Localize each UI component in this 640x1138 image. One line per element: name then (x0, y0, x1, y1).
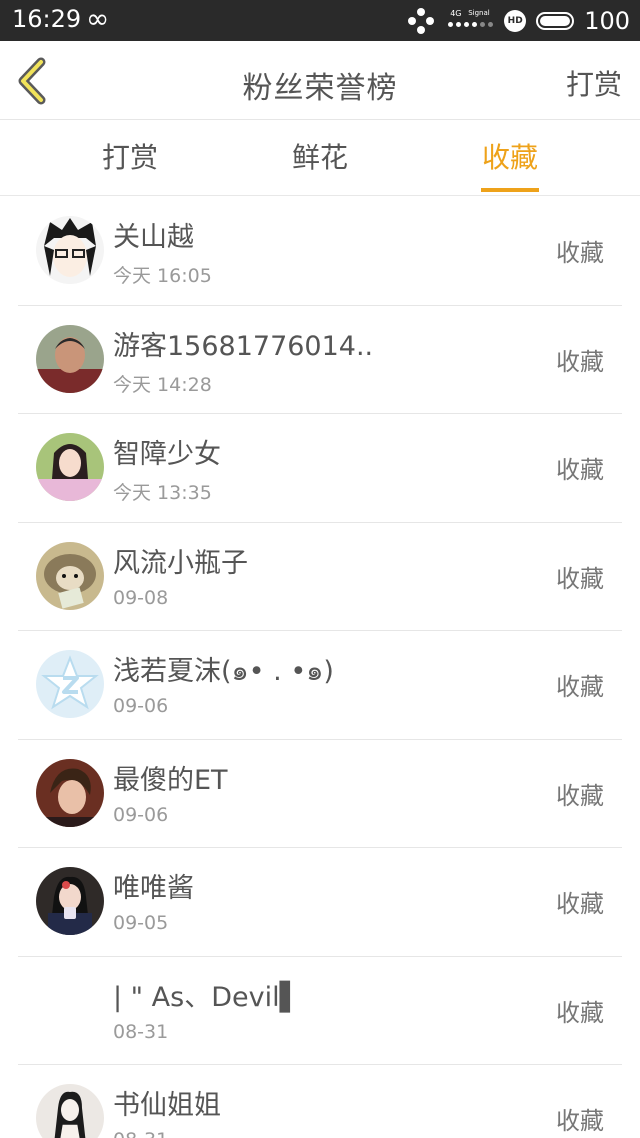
timestamp: 08-31 (113, 1129, 168, 1138)
timestamp: 09-06 (113, 695, 169, 717)
avatar[interactable] (36, 975, 104, 1044)
avatar[interactable] (36, 433, 104, 501)
status-time: 16:29 (12, 5, 82, 33)
list-item[interactable]: 唯唯酱 09-05 收藏 (0, 848, 640, 957)
timestamp: 今天 13:35 (113, 482, 212, 504)
battery-level: 100 (584, 6, 630, 35)
tab-reward[interactable]: 打赏 (90, 121, 170, 196)
status-bar: 16:29 ∞ 4G Signal HD 100 (0, 0, 640, 41)
timestamp: 09-05 (113, 912, 169, 934)
action-label: 收藏 (556, 998, 604, 1027)
action-label: 收藏 (556, 673, 604, 701)
action-label: 收藏 (556, 781, 604, 810)
list-item[interactable]: 智障少女 今天 13:35 收藏 (0, 414, 640, 523)
avatar[interactable] (36, 1084, 104, 1138)
user-name: 智障少女 (113, 439, 221, 470)
user-name: 最傻的ET (113, 764, 228, 796)
tab-label: 收藏 (481, 141, 538, 174)
list-item[interactable]: 书仙姐姐 08-31 收藏 (0, 1065, 640, 1138)
tab-flowers[interactable]: 鲜花 (280, 121, 360, 196)
action-label: 收藏 (556, 239, 604, 267)
fan-list: 关山越 今天 16:05 收藏 游客15681776014.. 今天 14:28… (0, 197, 640, 1138)
avatar[interactable] (36, 650, 104, 718)
user-name: 风流小瓶子 (113, 547, 248, 579)
avatar[interactable] (36, 867, 104, 935)
user-name: 游客15681776014.. (113, 330, 374, 362)
avatar[interactable] (36, 216, 104, 284)
status-icons: 4G Signal HD 100 (408, 0, 630, 41)
user-name: | " As、Devil▌ (113, 981, 301, 1013)
network-type: 4G (450, 8, 462, 18)
avatar[interactable] (36, 324, 104, 393)
signal-icon: 4G Signal (444, 8, 494, 34)
list-item[interactable]: 关山越 今天 16:05 收藏 (0, 197, 640, 306)
action-label: 收藏 (556, 564, 604, 593)
tab-bar: 打赏 鲜花 收藏 (0, 121, 640, 196)
list-item[interactable]: | " As、Devil▌ 08-31 收藏 (0, 957, 640, 1066)
user-name: 关山越 (113, 222, 194, 253)
timestamp: 09-08 (113, 586, 169, 609)
action-label: 收藏 (556, 347, 604, 376)
hd-icon: HD (504, 9, 527, 32)
list-item[interactable]: 游客15681776014.. 今天 14:28 收藏 (0, 306, 640, 415)
action-label: 收藏 (556, 890, 604, 918)
page-title: 粉丝荣誉榜 (242, 71, 398, 106)
list-item[interactable]: 最傻的ET 09-06 收藏 (0, 740, 640, 849)
user-name: 唯唯酱 (113, 873, 194, 904)
reward-button[interactable]: 打赏 (566, 63, 622, 103)
tab-active-indicator (481, 188, 539, 192)
list-item[interactable]: 浅若夏沫(๑• . •๑) 09-06 收藏 (0, 631, 640, 740)
battery-icon (536, 11, 575, 30)
tab-label: 打赏 (101, 141, 158, 174)
timestamp: 09-06 (113, 803, 169, 826)
gamepad-icon (408, 7, 435, 34)
action-label: 收藏 (556, 456, 604, 484)
timestamp: 08-31 (113, 1020, 169, 1043)
tab-favorites[interactable]: 收藏 (481, 121, 539, 196)
user-name: 浅若夏沫(๑• . •๑) (113, 656, 334, 687)
tab-label: 鲜花 (291, 141, 348, 174)
action-label: 收藏 (556, 1107, 604, 1135)
user-name: 书仙姐姐 (113, 1090, 221, 1121)
timestamp: 今天 14:28 (113, 373, 212, 396)
infinity-icon: ∞ (86, 2, 110, 35)
nav-bar: 粉丝荣誉榜 打赏 (0, 41, 640, 120)
avatar[interactable] (36, 541, 104, 610)
list-item[interactable]: 风流小瓶子 09-08 收藏 (0, 523, 640, 632)
timestamp: 今天 16:05 (113, 265, 212, 287)
signal-label: Signal (468, 8, 490, 17)
avatar[interactable] (36, 758, 104, 827)
